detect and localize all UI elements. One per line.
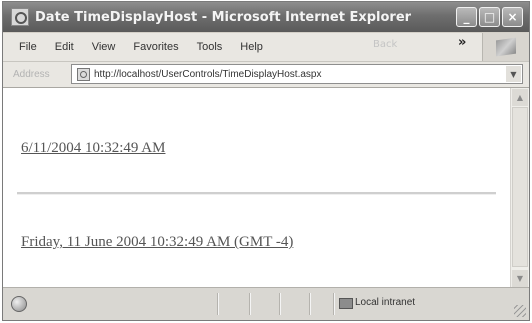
menu-tools[interactable]: Tools	[193, 41, 227, 53]
menu-edit[interactable]: Edit	[51, 41, 78, 53]
address-label: Address	[13, 69, 50, 80]
close-button[interactable]: ×	[502, 7, 523, 27]
address-input[interactable]: http://localhost/UserControls/TimeDispla…	[71, 64, 523, 84]
status-divider	[309, 293, 311, 315]
security-zone-label: Local intranet	[355, 297, 416, 308]
menu-view[interactable]: View	[88, 41, 120, 53]
menu-bar: File Edit View Favorites Tools Help Back…	[3, 33, 529, 62]
status-divider	[249, 293, 251, 315]
status-divider	[333, 293, 335, 315]
scrollbar-thumb[interactable]	[512, 107, 528, 267]
horizontal-rule	[17, 192, 496, 195]
toolbar-overflow-chevron-icon[interactable]: »	[458, 35, 466, 50]
menu-favorites[interactable]: Favorites	[129, 41, 182, 53]
browser-window: Date TimeDisplayHost - Microsoft Interne…	[2, 1, 530, 321]
maximize-button[interactable]: □	[479, 7, 500, 27]
page-content: 6/11/2004 10:32:49 AM Friday, 11 June 20…	[3, 88, 510, 288]
address-url[interactable]: http://localhost/UserControls/TimeDispla…	[94, 69, 322, 80]
address-dropdown-icon[interactable]: ▼	[506, 66, 521, 82]
page-icon	[77, 67, 90, 81]
address-bar: Address http://localhost/UserControls/Ti…	[3, 62, 529, 88]
short-date-display: 6/11/2004 10:32:49 AM	[21, 140, 166, 156]
menu-file[interactable]: File	[15, 41, 41, 53]
long-date-display: Friday, 11 June 2004 10:32:49 AM (GMT -4…	[21, 234, 294, 250]
window-title: Date TimeDisplayHost - Microsoft Interne…	[35, 9, 412, 25]
minimize-button[interactable]: _	[456, 7, 477, 27]
caption-buttons: _ □ ×	[456, 7, 523, 27]
status-divider	[279, 293, 281, 315]
title-bar: Date TimeDisplayHost - Microsoft Interne…	[3, 2, 529, 32]
windows-logo-throbber	[482, 33, 529, 61]
ie-page-icon	[11, 8, 29, 26]
scroll-up-arrow-icon[interactable]: ▲	[512, 89, 528, 106]
local-intranet-icon	[339, 298, 353, 309]
scroll-down-arrow-icon[interactable]: ▼	[512, 270, 528, 287]
status-bar: Local intranet	[3, 287, 529, 320]
menu-help[interactable]: Help	[236, 41, 267, 53]
status-divider	[217, 293, 219, 315]
windows-flag-icon	[496, 37, 516, 57]
vertical-scrollbar[interactable]: ▲ ▼	[510, 88, 529, 288]
resize-grip-icon[interactable]	[514, 305, 526, 317]
globe-icon	[11, 296, 27, 312]
back-button[interactable]: Back	[373, 39, 419, 55]
